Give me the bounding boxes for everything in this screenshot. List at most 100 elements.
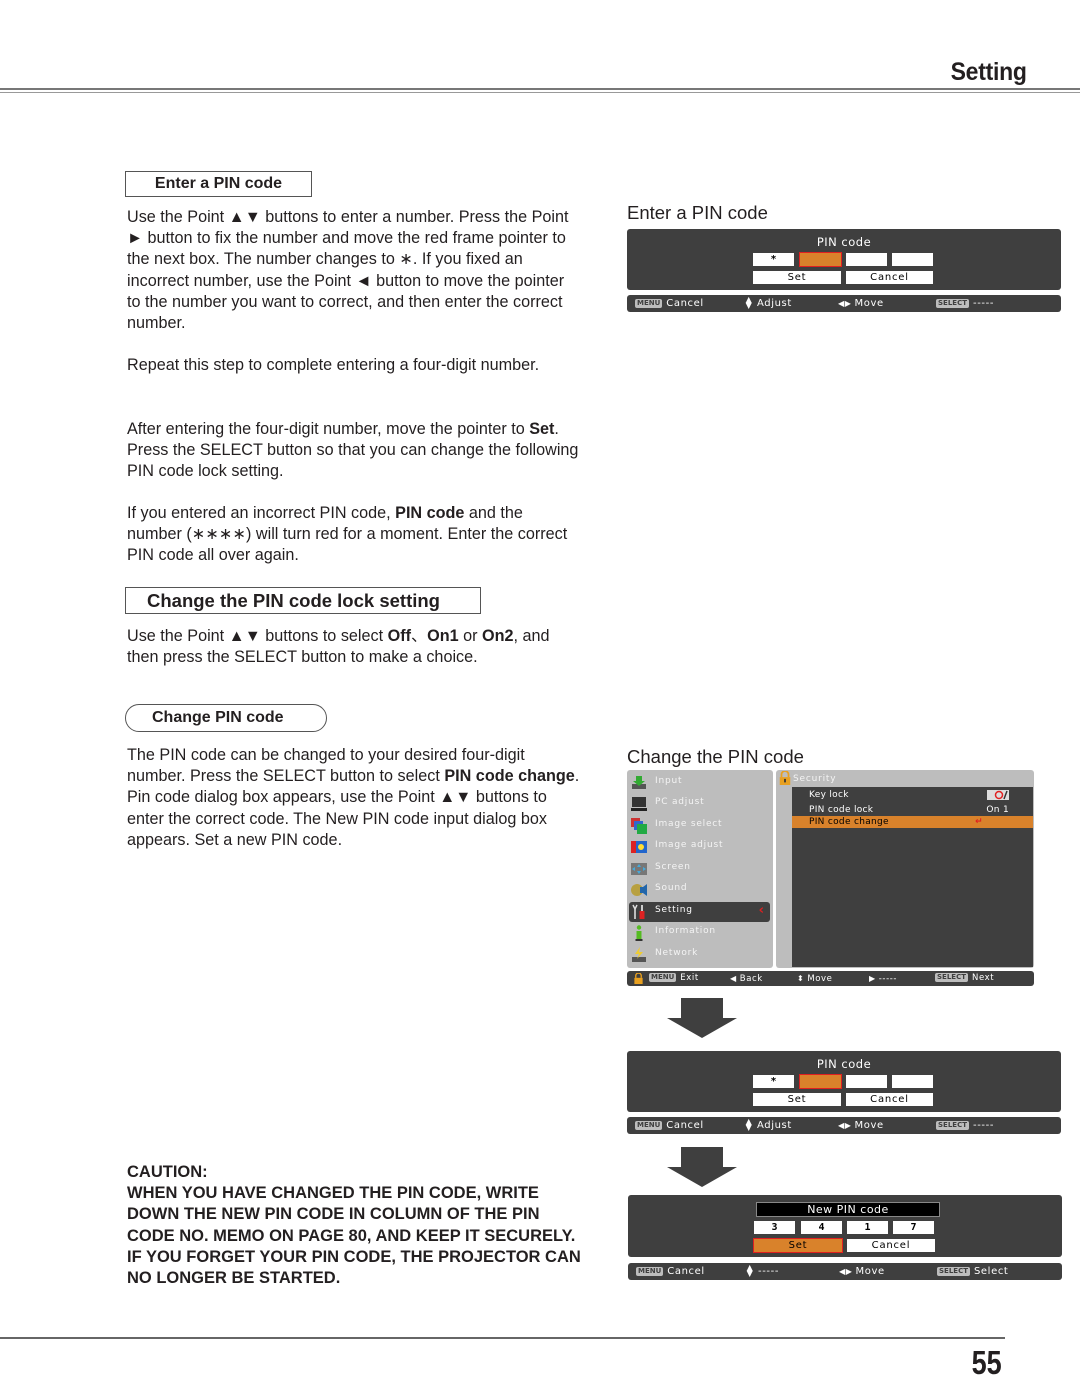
new-pin-control-bar: MENU Cancel ▲ ▼ ----- ◀▶ Move SELECT Select (628, 1263, 1062, 1280)
enter-return-icon: ↵ (975, 817, 983, 827)
select-key-icon: SELECT (937, 1266, 970, 1276)
select-key-icon: SELECT (935, 973, 968, 982)
up-down-arrow-icon: ⬍ (797, 974, 805, 983)
left-right-arrow-icon: ◀▶ (838, 299, 852, 308)
pin-dialog-title: PIN code (816, 235, 872, 249)
flow-arrow-down-icon (667, 998, 737, 1038)
pin-code-dialog-2: PIN code * Set Cancel (627, 1051, 1061, 1112)
adjust-hint: ▲ ▼ ----- (746, 1263, 780, 1278)
key-lock-off-icon (987, 790, 1009, 800)
left-right-arrow-icon: ◀▶ (838, 1121, 852, 1130)
menu-key-icon: MENU (635, 1120, 663, 1130)
back-hint: ◀ Back (730, 974, 763, 984)
menu-key-icon: MENU (649, 973, 677, 982)
move-hint: ◀▶ Move (838, 298, 884, 309)
header-divider-secondary (0, 92, 1080, 93)
pin-digit-2[interactable] (799, 252, 842, 267)
selected-chevron-icon: ‹ (758, 903, 764, 918)
pin-control-bar-2: MENU Cancel ▲ ▼ Adjust ◀▶ Move SELECT ----- (627, 1117, 1061, 1134)
pin-digit-3[interactable] (846, 253, 887, 266)
menu-item-image-adjust[interactable]: Image adjust (629, 837, 770, 857)
sound-icon (631, 884, 647, 896)
lock-icon (634, 973, 643, 984)
change-pin-paragraph: The PIN code can be changed to your desi… (127, 746, 580, 849)
change-pin-heading: Change PIN code (125, 704, 327, 732)
pin-digit-4[interactable] (892, 253, 933, 266)
select-key-icon: SELECT (936, 298, 969, 308)
menu-cancel-hint: MENU Cancel (635, 298, 704, 309)
network-icon (632, 947, 646, 962)
page-section-title: Setting (950, 58, 1027, 86)
select-hint: SELECT Select (937, 1266, 1009, 1277)
menu-item-information[interactable]: Information (629, 923, 770, 943)
caution-title: CAUTION: (127, 1163, 208, 1181)
new-pin-digit-4[interactable]: 7 (893, 1221, 934, 1234)
adjust-hint: ▲ ▼ Adjust (745, 1117, 792, 1132)
menu-item-input[interactable]: Input (629, 773, 770, 793)
new-pin-digit-1[interactable]: 3 (754, 1221, 795, 1234)
menu-item-pc-adjust[interactable]: PC adjust (629, 794, 770, 814)
enter-pin-paragraph-3: After entering the four-digit number, mo… (127, 420, 579, 481)
up-down-arrow-icon: ▲ ▼ (745, 1117, 753, 1132)
caution-block: CAUTION: WHEN YOU HAVE CHANGED THE PIN C… (127, 1162, 587, 1289)
menu-control-bar: MENU Exit ◀ Back ⬍ Move ▶ ----- SELECT Next (627, 971, 1034, 986)
header-divider (0, 88, 1080, 90)
change-pin-heading-text: Change PIN code (152, 709, 284, 726)
submenu-item-key-lock[interactable]: Key lock (792, 789, 1033, 801)
lock-setting-paragraph: Use the Point ▲▼ buttons to select Off、O… (127, 627, 550, 667)
pin-digit-1[interactable]: * (753, 253, 794, 266)
change-pin-screen-title: Change the PIN code (627, 746, 804, 767)
adjust-hint: ▲ ▼ Adjust (745, 295, 792, 310)
menu-item-screen[interactable]: Screen (629, 859, 770, 879)
security-submenu: Key lock PIN code lock On 1 PIN code cha… (792, 787, 1033, 967)
menu-key-icon: MENU (635, 298, 663, 308)
menu-cancel-hint: MENU Cancel (636, 1266, 705, 1277)
main-menu: Input PC adjust Image select Image adjus… (627, 770, 773, 968)
pin-digit-1[interactable]: * (753, 1075, 794, 1088)
cancel-button[interactable]: Cancel (846, 271, 933, 284)
left-arrow-icon: ◀ (730, 974, 737, 983)
set-button[interactable]: Set (753, 1093, 841, 1106)
left-right-arrow-icon: ◀▶ (839, 1267, 853, 1276)
image-adjust-icon (631, 841, 647, 853)
select-hint: SELECT ----- (936, 298, 995, 309)
menu-item-image-select[interactable]: Image select (629, 816, 770, 836)
new-pin-digit-3[interactable]: 1 (847, 1221, 888, 1234)
menu-item-network[interactable]: Network (629, 945, 770, 965)
pin-digit-3[interactable] (846, 1075, 887, 1088)
new-pin-code-dialog: New PIN code 3 4 1 7 Set Cancel (628, 1195, 1062, 1257)
new-pin-cancel-button[interactable]: Cancel (847, 1239, 935, 1252)
menu-item-setting[interactable]: Setting ‹ (629, 902, 770, 922)
menu-cancel-hint: MENU Cancel (635, 1120, 704, 1131)
move-hint: ◀▶ Move (839, 1266, 885, 1277)
set-button[interactable]: Set (753, 271, 841, 284)
move-hint: ⬍ Move (797, 974, 833, 984)
enter-pin-paragraph-2: Repeat this step to complete entering a … (127, 356, 540, 374)
new-pin-set-button[interactable]: Set (753, 1238, 843, 1253)
move-hint: ◀▶ Move (838, 1120, 884, 1131)
enter-pin-paragraph-4: If you entered an incorrect PIN code, PI… (127, 504, 568, 565)
select-key-icon: SELECT (936, 1120, 969, 1130)
right-arrow-icon: ▶ (869, 974, 876, 983)
menu-key-icon: MENU (636, 1266, 664, 1276)
menu-exit-hint: MENU Exit (649, 973, 699, 983)
flow-arrow-down-icon (667, 1147, 737, 1187)
input-icon (632, 776, 646, 789)
lock-setting-heading-text: Change the PIN code lock setting (147, 590, 440, 611)
new-pin-dialog-title: New PIN code (756, 1202, 940, 1217)
new-pin-digit-2[interactable]: 4 (801, 1221, 842, 1234)
pin-dialog-title: PIN code (816, 1057, 872, 1071)
pin-code-dialog: PIN code * Set Cancel (627, 229, 1061, 290)
menu-item-sound[interactable]: Sound (629, 880, 770, 900)
enter-pin-heading: Enter a PIN code (125, 171, 312, 197)
enter-pin-heading-text: Enter a PIN code (154, 175, 283, 192)
submenu-item-pin-code-lock[interactable]: PIN code lock On 1 (792, 804, 1033, 816)
pin-control-bar: MENU Cancel ▲ ▼ Adjust ◀▶ Move SELECT ----- (627, 295, 1061, 312)
pin-digit-2[interactable] (799, 1074, 842, 1089)
cancel-button[interactable]: Cancel (846, 1093, 933, 1106)
information-icon (635, 925, 643, 941)
submenu-item-pin-code-change[interactable]: PIN code change ↵ (792, 816, 1033, 828)
security-lock-icon (779, 771, 791, 785)
setting-icon (632, 904, 645, 919)
pin-digit-4[interactable] (892, 1075, 933, 1088)
